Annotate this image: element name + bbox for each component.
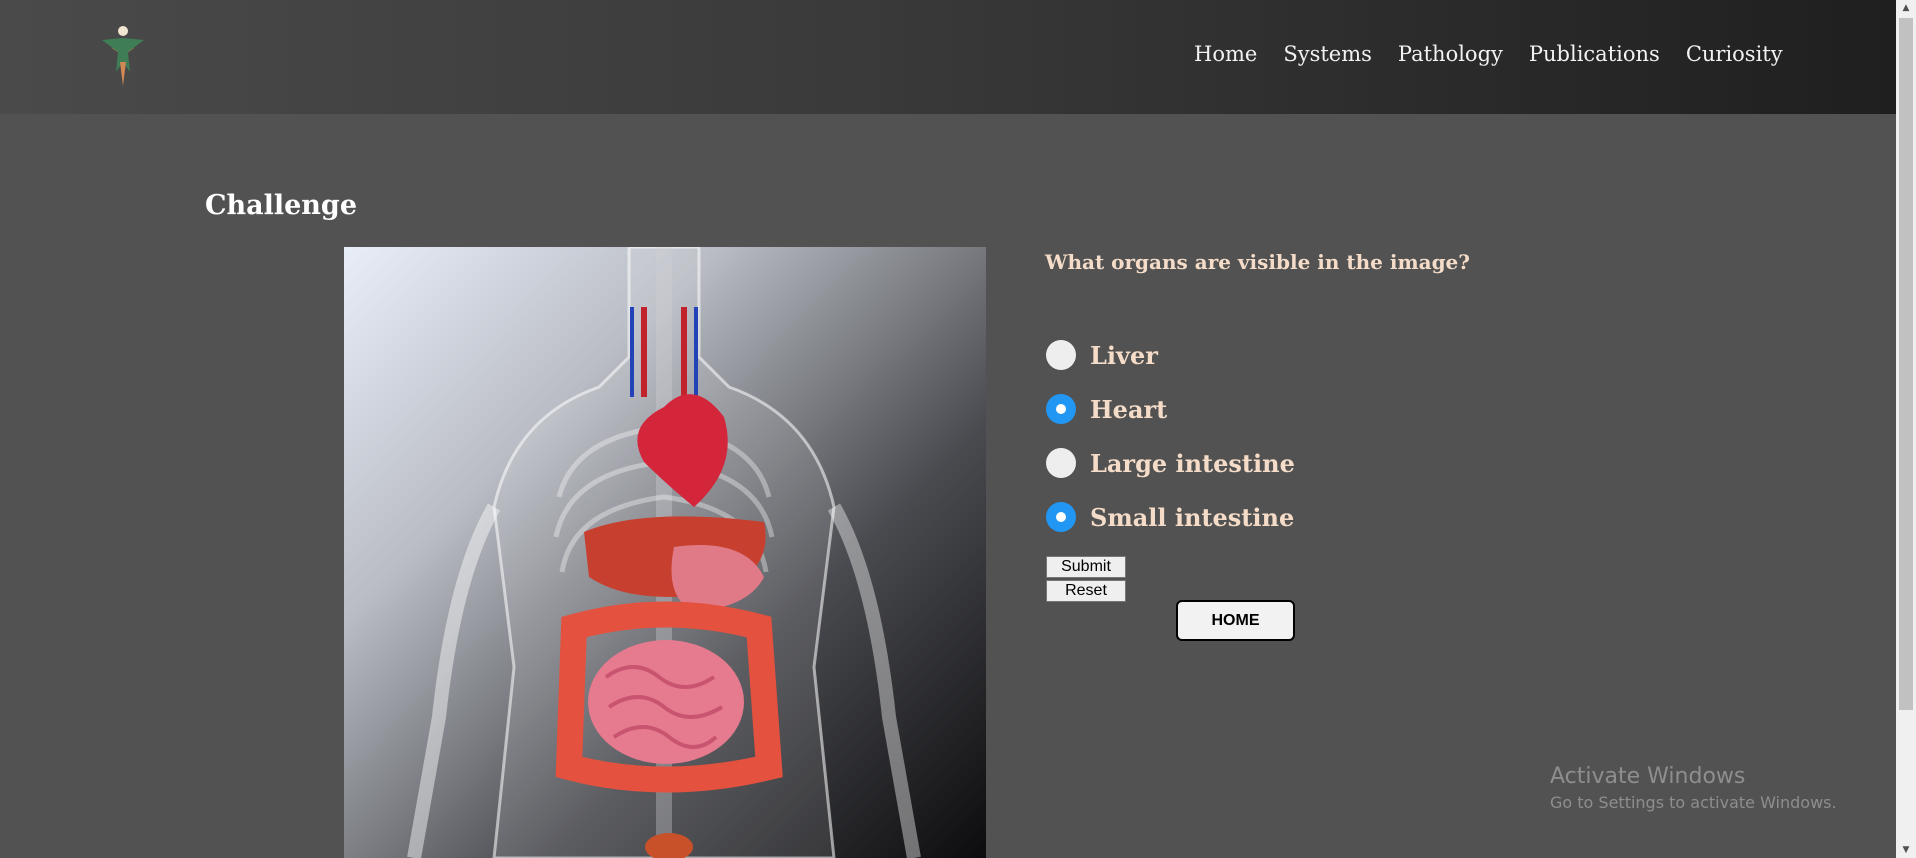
option-small-intestine[interactable]: Small intestine <box>1046 502 1294 532</box>
option-liver[interactable]: Liver <box>1046 340 1158 370</box>
watermark-subtitle: Go to Settings to activate Windows. <box>1550 793 1837 812</box>
nav-pathology[interactable]: Pathology <box>1398 42 1503 66</box>
nav-home[interactable]: Home <box>1194 42 1257 66</box>
radio-large-intestine[interactable] <box>1046 448 1076 478</box>
nav-systems[interactable]: Systems <box>1283 42 1372 66</box>
radio-liver[interactable] <box>1046 340 1076 370</box>
reset-button[interactable]: Reset <box>1046 580 1126 602</box>
nav-curiosity[interactable]: Curiosity <box>1686 42 1783 66</box>
option-label-heart: Heart <box>1090 394 1168 424</box>
home-button[interactable]: HOME <box>1176 600 1295 641</box>
scroll-up-icon[interactable]: ▲ <box>1896 0 1916 16</box>
main-nav: Home Systems Pathology Publications Curi… <box>1194 42 1783 66</box>
scroll-down-icon[interactable]: ▼ <box>1896 842 1916 858</box>
option-label-large-intestine: Large intestine <box>1090 448 1295 478</box>
submit-button[interactable]: Submit <box>1046 556 1126 578</box>
option-label-small-intestine: Small intestine <box>1090 502 1295 532</box>
site-header: Home Systems Pathology Publications Curi… <box>0 0 1896 114</box>
nav-publications[interactable]: Publications <box>1529 42 1660 66</box>
radio-small-intestine[interactable] <box>1046 502 1076 532</box>
logo-icon[interactable] <box>90 22 156 88</box>
anatomy-image <box>344 247 986 858</box>
radio-heart[interactable] <box>1046 394 1076 424</box>
windows-activation-watermark: Activate Windows Go to Settings to activ… <box>1550 764 1837 812</box>
quiz-question: What organs are visible in the image? <box>1045 250 1470 274</box>
scrollbar-thumb[interactable] <box>1899 18 1913 710</box>
vertical-scrollbar[interactable]: ▲ ▼ <box>1896 0 1916 858</box>
option-large-intestine[interactable]: Large intestine <box>1046 448 1295 478</box>
option-heart[interactable]: Heart <box>1046 394 1167 424</box>
page-title: Challenge <box>205 190 357 221</box>
option-label-liver: Liver <box>1090 340 1158 370</box>
watermark-title: Activate Windows <box>1550 764 1746 789</box>
